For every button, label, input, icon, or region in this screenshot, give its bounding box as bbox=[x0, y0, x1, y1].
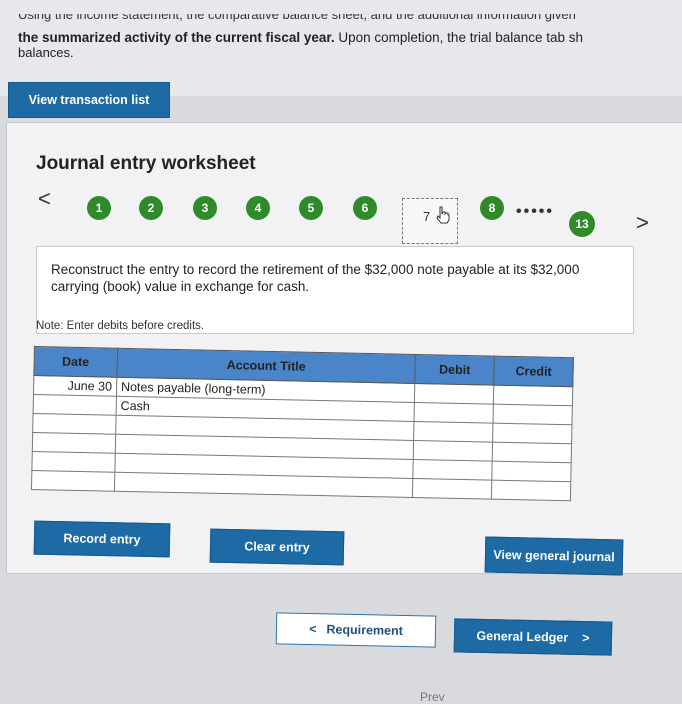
clear-entry-button[interactable]: Clear entry bbox=[209, 528, 345, 566]
chevron-right-icon: > bbox=[582, 631, 590, 646]
step-6[interactable]: 6 bbox=[353, 196, 377, 220]
debit-header: Debit bbox=[414, 354, 495, 386]
step-2[interactable]: 2 bbox=[139, 196, 163, 220]
next-step-arrow[interactable]: > bbox=[636, 210, 649, 236]
general-ledger-label: General Ledger bbox=[476, 628, 569, 645]
step-7-label: 7 bbox=[423, 209, 431, 224]
view-transaction-list-button[interactable]: View transaction list bbox=[8, 82, 170, 118]
debit-cell[interactable] bbox=[413, 440, 493, 462]
view-general-journal-button[interactable]: View general journal bbox=[484, 536, 624, 576]
date-cell[interactable] bbox=[32, 432, 116, 454]
credit-cell[interactable] bbox=[492, 423, 572, 444]
credit-cell[interactable] bbox=[493, 404, 573, 425]
credit-cell[interactable] bbox=[491, 461, 572, 482]
instructions-rest-text: Upon completion, the trial balance tab s… bbox=[334, 30, 584, 45]
credit-header: Credit bbox=[493, 356, 574, 387]
steps-ellipsis: ••••• bbox=[516, 203, 555, 220]
step-3[interactable]: 3 bbox=[193, 196, 217, 220]
debit-cell[interactable] bbox=[412, 478, 492, 500]
requirement-button[interactable]: < Requirement bbox=[275, 612, 437, 648]
prev-step-arrow[interactable]: < bbox=[38, 186, 51, 212]
instructions-line-3: balances. bbox=[18, 45, 74, 60]
debit-cell[interactable] bbox=[414, 383, 494, 405]
step-1[interactable]: 1 bbox=[87, 196, 111, 220]
debit-cell[interactable] bbox=[414, 402, 494, 424]
step-5[interactable]: 5 bbox=[299, 196, 323, 220]
entry-description: Reconstruct the entry to record the reti… bbox=[51, 262, 580, 294]
credit-cell[interactable] bbox=[493, 385, 573, 406]
step-8[interactable]: 8 bbox=[480, 196, 504, 220]
step-4[interactable]: 4 bbox=[246, 196, 270, 220]
date-cell[interactable] bbox=[31, 451, 116, 473]
debit-cell[interactable] bbox=[412, 459, 493, 481]
debits-note: Note: Enter debits before credits. bbox=[36, 320, 205, 332]
credit-cell[interactable] bbox=[492, 442, 572, 463]
hand-cursor-icon bbox=[436, 206, 450, 224]
record-entry-button[interactable]: Record entry bbox=[33, 520, 171, 558]
date-cell[interactable] bbox=[32, 413, 116, 435]
prev-partial-text: Prev bbox=[420, 690, 445, 704]
date-cell[interactable] bbox=[31, 470, 115, 492]
date-cell[interactable] bbox=[33, 394, 117, 416]
chevron-left-icon: < bbox=[309, 622, 317, 637]
credit-cell[interactable] bbox=[491, 480, 571, 501]
worksheet-title: Journal entry worksheet bbox=[36, 153, 256, 174]
journal-table: Date Account Title Debit Credit June 30 … bbox=[30, 346, 574, 502]
date-header: Date bbox=[33, 346, 118, 378]
instructions-bold-text: the summarized activity of the current f… bbox=[18, 30, 335, 45]
requirement-label: Requirement bbox=[326, 622, 403, 638]
instructions-line-2: the summarized activity of the current f… bbox=[18, 30, 583, 45]
general-ledger-button[interactable]: General Ledger > bbox=[453, 618, 613, 656]
step-7-current[interactable]: 7 bbox=[402, 198, 458, 244]
step-13[interactable]: 13 bbox=[569, 211, 595, 237]
instructions-line-1: Using the income statement, the comparat… bbox=[18, 14, 576, 22]
date-cell[interactable]: June 30 bbox=[33, 375, 117, 397]
debit-cell[interactable] bbox=[413, 421, 494, 443]
